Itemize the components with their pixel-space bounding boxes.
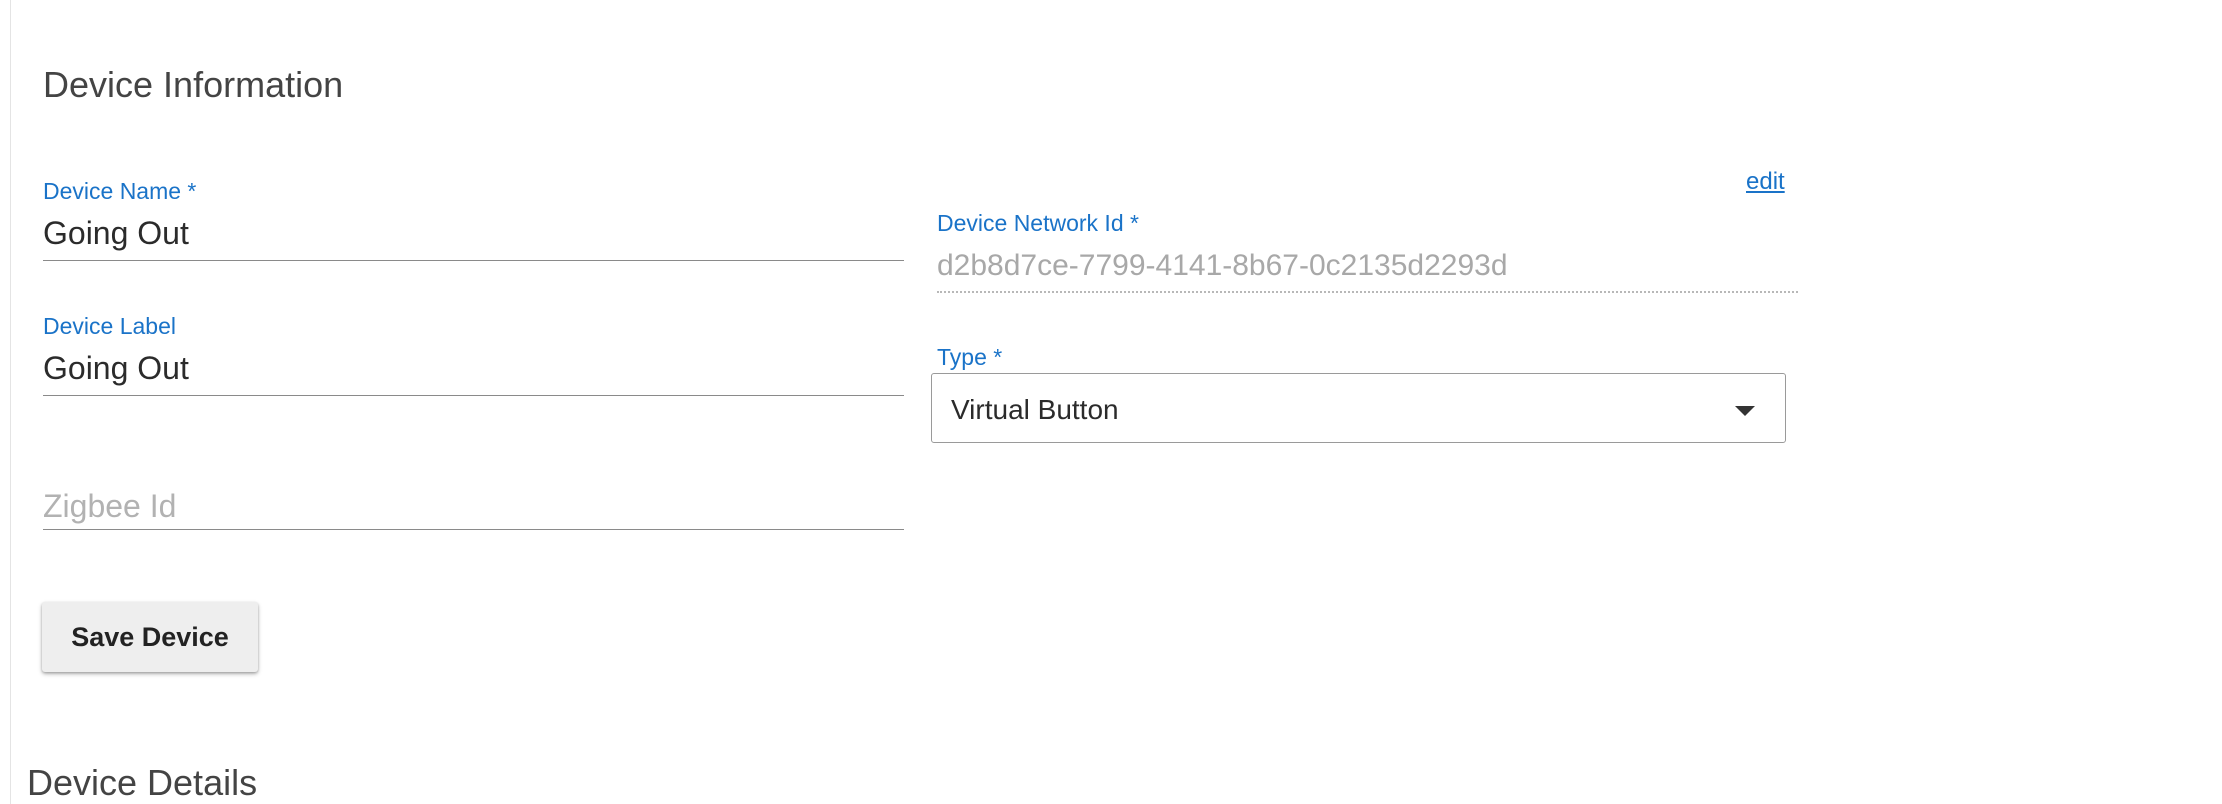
device-name-input[interactable]: Going Out [43, 215, 189, 252]
device-name-label: Device Name * [43, 178, 197, 204]
device-name-field[interactable]: Device Name * Going Out [43, 178, 904, 262]
device-label-label: Device Label [43, 313, 176, 339]
chevron-down-icon[interactable] [1735, 406, 1755, 416]
type-select[interactable]: Virtual Button [931, 373, 1786, 443]
device-network-id-underline [937, 291, 1798, 293]
type-label: Type * [937, 344, 1003, 370]
device-network-id-field: Device Network Id * d2b8d7ce-7799-4141-8… [937, 210, 1798, 294]
device-label-underline [43, 395, 904, 396]
device-name-underline [43, 260, 904, 261]
device-label-field[interactable]: Device Label Going Out [43, 313, 904, 397]
save-device-button[interactable]: Save Device [42, 602, 258, 672]
section-title: Device Information [43, 64, 344, 105]
device-network-id-value: d2b8d7ce-7799-4141-8b67-0c2135d2293d [937, 249, 1508, 282]
edit-network-id-link[interactable]: edit [1746, 168, 1785, 196]
left-divider [10, 0, 11, 804]
device-edit-page: Device Information Device Name * Going O… [0, 0, 2222, 804]
zigbee-id-input[interactable]: Zigbee Id [43, 488, 176, 525]
device-network-id-label: Device Network Id * [937, 210, 1139, 236]
device-details-title: Device Details [27, 762, 258, 803]
type-selected-value: Virtual Button [951, 394, 1119, 425]
zigbee-id-field[interactable]: Zigbee Id [43, 488, 904, 532]
zigbee-id-underline [43, 529, 904, 530]
device-label-input[interactable]: Going Out [43, 350, 189, 387]
